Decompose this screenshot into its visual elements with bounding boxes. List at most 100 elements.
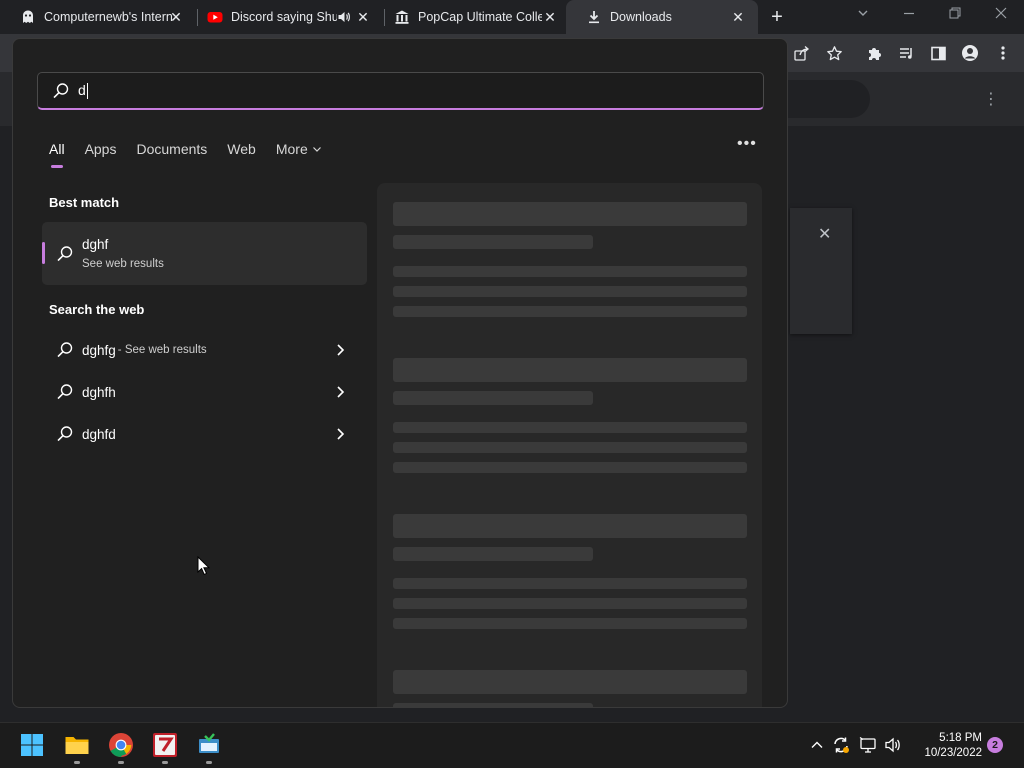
tab-search-icon[interactable] — [853, 6, 873, 23]
web-suggestion-hint: - See web results — [117, 344, 207, 356]
archive-icon — [394, 9, 410, 25]
restore-icon[interactable] — [945, 6, 965, 23]
winrar-icon[interactable] — [152, 732, 178, 758]
side-panel-icon[interactable] — [929, 44, 947, 62]
window-close-icon[interactable] — [991, 6, 1011, 23]
loading-placeholder — [393, 202, 747, 226]
tab-close-icon[interactable]: ✕ — [730, 9, 746, 25]
loading-placeholder — [393, 358, 747, 382]
tab-discord-video[interactable]: Discord saying Shu ✕ — [187, 0, 383, 34]
filter-more[interactable]: More — [276, 137, 322, 161]
download-card-close-icon[interactable]: ✕ — [818, 224, 831, 244]
search-input[interactable]: d — [37, 72, 764, 110]
text-caret — [86, 83, 88, 100]
web-suggestion[interactable]: dghfh — [42, 374, 367, 410]
result-preview-pane — [377, 183, 762, 707]
volume-icon[interactable] — [884, 736, 902, 754]
search-query: d — [78, 81, 86, 98]
chevron-up-icon[interactable] — [808, 736, 826, 754]
filter-all[interactable]: All — [49, 137, 65, 168]
browser-tab-strip: Computernewb's Intern ✕ Discord saying S… — [0, 0, 1024, 34]
search-icon — [56, 341, 74, 359]
filter-more-label: More — [275, 141, 308, 157]
loading-placeholder — [393, 703, 593, 707]
search-filter-tabs: All Apps Documents Web More — [49, 137, 342, 168]
system-clock[interactable]: 5:18 PM 10/23/2022 — [912, 731, 982, 761]
tab-computernewb[interactable]: Computernewb's Intern ✕ — [0, 0, 196, 34]
sync-update-icon[interactable] — [832, 736, 850, 754]
tab-close-icon[interactable]: ✕ — [542, 9, 558, 25]
loading-placeholder — [393, 235, 593, 249]
chevron-down-icon — [312, 144, 322, 154]
notification-badge[interactable]: 2 — [987, 737, 1003, 753]
loading-placeholder — [393, 618, 747, 629]
chrome-icon[interactable] — [108, 732, 134, 758]
tab-title: Discord saying Shu — [231, 10, 337, 24]
best-match-result[interactable]: dghf See web results — [42, 222, 367, 285]
downloads-menu-icon[interactable]: ⋮ — [983, 89, 999, 109]
mouse-cursor-icon — [197, 555, 211, 576]
loading-placeholder — [393, 266, 747, 277]
loading-placeholder — [393, 514, 747, 538]
loading-placeholder — [393, 442, 747, 453]
web-suggestion[interactable]: dghfg - See web results — [42, 332, 367, 368]
chevron-right-icon[interactable] — [331, 341, 349, 359]
web-suggestion[interactable]: dghfd — [42, 416, 367, 452]
youtube-icon — [207, 9, 223, 25]
best-match-heading: Best match — [49, 195, 120, 210]
minimize-icon[interactable] — [899, 6, 919, 23]
loading-placeholder — [393, 547, 593, 561]
tab-close-icon[interactable]: ✕ — [355, 9, 371, 25]
loading-placeholder — [393, 670, 747, 694]
share-icon[interactable] — [792, 44, 810, 62]
app-window-icon[interactable] — [196, 732, 222, 758]
loading-placeholder — [393, 306, 747, 317]
search-icon — [56, 245, 74, 263]
new-tab-button[interactable]: + — [766, 6, 788, 28]
running-indicator — [118, 761, 124, 764]
running-indicator — [74, 761, 80, 764]
bookmark-star-icon[interactable] — [825, 44, 843, 62]
tab-popcap[interactable]: PopCap Ultimate Colle ✕ — [374, 0, 570, 34]
tab-title: PopCap Ultimate Colle — [418, 10, 542, 24]
web-suggestion-label: dghfd — [82, 426, 116, 442]
profile-icon[interactable] — [961, 44, 979, 62]
loading-placeholder — [393, 422, 747, 433]
loading-placeholder — [393, 598, 747, 609]
loading-placeholder — [393, 286, 747, 297]
chevron-right-icon[interactable] — [331, 383, 349, 401]
loading-placeholder — [393, 578, 747, 589]
taskbar: 5:18 PM 10/23/2022 2 — [0, 722, 1024, 768]
running-indicator — [162, 761, 168, 764]
search-web-heading: Search the web — [49, 302, 145, 317]
filter-documents[interactable]: Documents — [136, 137, 207, 161]
filter-web[interactable]: Web — [227, 137, 256, 161]
clock-time: 5:18 PM — [939, 732, 982, 744]
tab-downloads[interactable]: Downloads ✕ — [566, 0, 758, 34]
extensions-icon[interactable] — [865, 44, 883, 62]
best-match-name: dghf — [82, 237, 109, 252]
network-icon[interactable] — [859, 736, 877, 754]
selection-indicator — [42, 242, 45, 264]
running-indicator — [206, 761, 212, 764]
download-icon — [586, 9, 602, 25]
search-icon — [56, 425, 74, 443]
file-explorer-icon[interactable] — [64, 732, 90, 758]
start-search-flyout: d All Apps Documents Web More ••• Best m… — [12, 38, 788, 708]
loading-placeholder — [393, 391, 593, 405]
browser-menu-icon[interactable] — [994, 44, 1012, 62]
media-controls-icon[interactable] — [897, 44, 915, 62]
more-options-button[interactable]: ••• — [737, 135, 757, 153]
clock-date: 10/23/2022 — [924, 747, 982, 759]
chevron-right-icon[interactable] — [331, 425, 349, 443]
ghost-icon — [20, 9, 36, 25]
windows-start-icon[interactable] — [20, 733, 44, 757]
speaker-icon[interactable] — [337, 10, 351, 24]
tab-close-icon[interactable]: ✕ — [168, 9, 184, 25]
loading-placeholder — [393, 462, 747, 473]
filter-apps[interactable]: Apps — [85, 137, 117, 161]
search-icon — [56, 383, 74, 401]
best-match-subtitle: See web results — [82, 258, 164, 270]
search-icon — [52, 82, 70, 100]
web-suggestion-label: dghfh — [82, 384, 116, 400]
